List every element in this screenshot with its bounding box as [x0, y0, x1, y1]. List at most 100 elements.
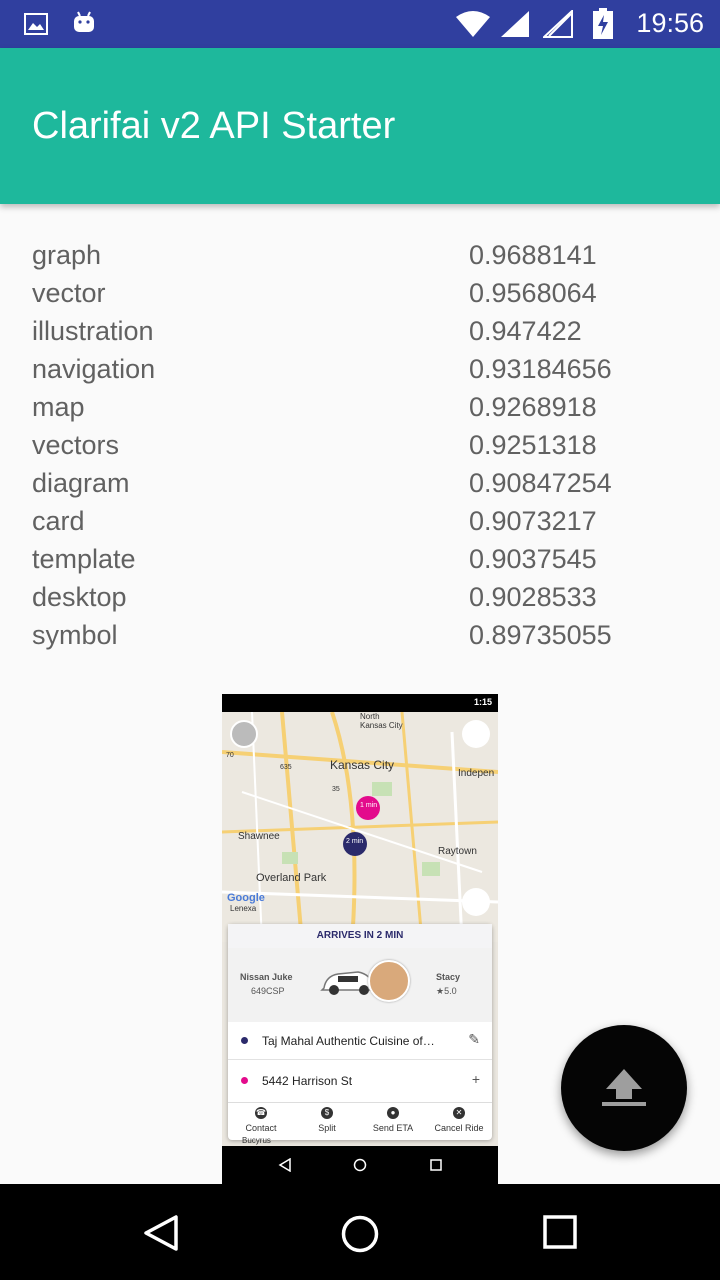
result-score: 0.9073217 — [469, 506, 597, 536]
preview-recents-icon — [430, 1159, 442, 1171]
pickup-address: Taj Mahal Authentic Cuisine of… — [262, 1034, 435, 1048]
image-icon — [24, 13, 48, 35]
map-label: Overland Park — [256, 872, 327, 884]
map-label: Shawnee — [238, 831, 280, 842]
map-label: Kansas City — [330, 758, 395, 772]
cancel-icon: ✕ — [453, 1107, 465, 1119]
google-logo: Google — [227, 892, 265, 904]
preview-status-time: 1:15 — [473, 697, 492, 707]
home-icon[interactable] — [340, 1214, 380, 1254]
result-label: template — [32, 544, 136, 574]
preview-nav-bar — [222, 1146, 498, 1184]
recents-icon[interactable] — [542, 1214, 578, 1250]
driver-avatar — [368, 960, 410, 1002]
app-bar: Clarifai v2 API Starter — [0, 48, 720, 204]
result-score: 0.9037545 — [469, 544, 597, 574]
car-plate: 649CSP — [251, 986, 285, 996]
destination-dot — [241, 1077, 248, 1084]
map-label: 635 — [280, 764, 292, 771]
map-label: Raytown — [438, 846, 477, 857]
upload-button[interactable] — [561, 1025, 687, 1151]
result-row: illustration 0.947422 — [0, 312, 720, 350]
analyzed-image: 1:15 North Kansas City Kansas City Indep… — [222, 694, 498, 1184]
ride-card: ARRIVES IN 2 MIN Nissan Juke 649CSP Stac… — [228, 924, 492, 1140]
destination-address: 5442 Harrison St — [262, 1074, 353, 1088]
result-score: 0.9568064 — [469, 278, 597, 308]
add-icon[interactable]: + — [472, 1071, 480, 1087]
split-action[interactable]: $ Split — [294, 1107, 360, 1133]
result-row: vector 0.9568064 — [0, 274, 720, 312]
result-score: 0.947422 — [469, 316, 582, 346]
result-score: 0.90847254 — [469, 468, 612, 498]
result-row: vectors 0.9251318 — [0, 426, 720, 464]
map-label: Indepen — [458, 768, 495, 779]
car-model: Nissan Juke — [240, 972, 293, 982]
nav-bar — [0, 1184, 720, 1280]
result-score: 0.9268918 — [469, 392, 597, 422]
preview-map: North Kansas City Kansas City Indepen 63… — [222, 712, 498, 942]
destination-row[interactable]: 5442 Harrison St + — [228, 1062, 492, 1100]
cancel-ride-action[interactable]: ✕ Cancel Ride — [426, 1107, 492, 1133]
action-label: Send ETA — [372, 1123, 414, 1133]
result-label: vector — [32, 278, 106, 308]
map-label: 70 — [226, 752, 234, 759]
send-eta-action[interactable]: ● Send ETA — [360, 1107, 426, 1133]
driver-rating: ★5.0 — [436, 986, 457, 996]
action-label: Contact — [245, 1123, 277, 1133]
result-row: map 0.9268918 — [0, 388, 720, 426]
phone-icon: ☎ — [255, 1107, 267, 1119]
result-label: map — [32, 392, 85, 422]
results-list: graph 0.9688141 vector 0.9568064 illustrat… — [0, 236, 720, 654]
zoom-button — [462, 888, 490, 916]
result-row: symbol 0.89735055 — [0, 616, 720, 654]
result-label: card — [32, 506, 85, 536]
action-label: Split — [318, 1123, 336, 1133]
map-label: North — [360, 712, 380, 721]
map-label: Lenexa — [230, 904, 257, 913]
result-score: 0.89735055 — [469, 620, 612, 650]
contact-action[interactable]: ☎ Contact — [228, 1107, 294, 1133]
edit-icon[interactable]: ✎ — [468, 1031, 480, 1048]
map-label: Kansas City — [360, 721, 403, 730]
result-label: navigation — [32, 354, 156, 384]
result-row: template 0.9037545 — [0, 540, 720, 578]
arrival-banner: ARRIVES IN 2 MIN — [228, 924, 492, 948]
map-label: Bucyrus — [242, 1136, 271, 1145]
result-score: 0.9251318 — [469, 430, 597, 460]
back-icon[interactable] — [142, 1214, 180, 1252]
android-icon — [74, 11, 94, 32]
map-label: 2 min — [346, 838, 364, 845]
battery-charging-icon — [593, 8, 613, 39]
map-roads — [222, 712, 498, 942]
map-label: 1 min — [360, 802, 378, 809]
result-score: 0.9028533 — [469, 582, 597, 612]
status-bar: 19:56 — [0, 0, 720, 48]
result-score: 0.93184656 — [469, 354, 612, 384]
signal-icon — [501, 11, 529, 37]
location-icon: ● — [387, 1107, 399, 1119]
result-label: graph — [32, 240, 102, 270]
profile-avatar — [230, 720, 258, 748]
ride-actions: ☎ Contact $ Split ● Send ETA ✕ Cancel Ride — [228, 1102, 492, 1140]
app-title: Clarifai v2 API Starter — [32, 105, 396, 147]
result-row: navigation 0.93184656 — [0, 350, 720, 388]
result-label: desktop — [32, 582, 127, 612]
result-label: symbol — [32, 620, 118, 650]
dollar-icon: $ — [321, 1107, 333, 1119]
map-label: 35 — [332, 786, 340, 793]
action-label: Cancel Ride — [434, 1123, 484, 1133]
result-label: diagram — [32, 468, 130, 498]
upload-icon — [602, 1069, 646, 1106]
result-row: graph 0.9688141 — [0, 236, 720, 274]
result-label: illustration — [32, 316, 154, 346]
signal-empty-icon — [543, 10, 573, 38]
pickup-row[interactable]: Taj Mahal Authentic Cuisine of… ✎ — [228, 1022, 492, 1060]
preview-status-bar: 1:15 — [222, 694, 498, 712]
driver-info: Nissan Juke 649CSP Stacy ★5.0 — [228, 948, 492, 1022]
driver-name: Stacy — [436, 972, 461, 982]
wifi-icon — [456, 11, 490, 37]
status-time: 19:56 — [636, 8, 704, 38]
result-score: 0.9688141 — [469, 240, 597, 270]
gift-button — [462, 720, 490, 748]
preview-back-icon — [278, 1158, 291, 1172]
